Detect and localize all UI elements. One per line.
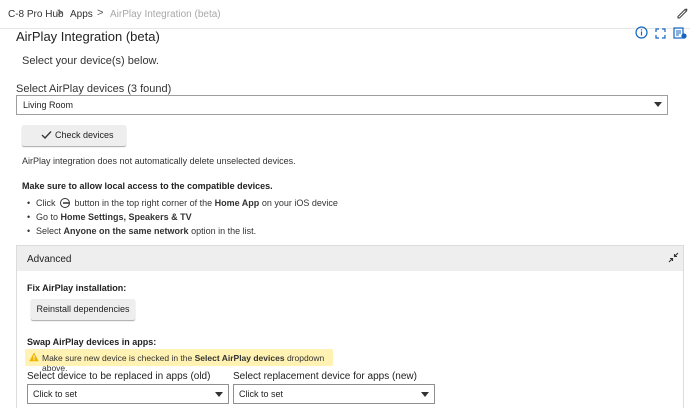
warning-banner: Make sure new device is checked in the S… <box>25 349 333 373</box>
instruction-step-3: Select Anyone on the same network option… <box>27 226 257 236</box>
step-bold-text: Home App <box>214 198 260 208</box>
breadcrumb-apps[interactable]: Apps <box>70 9 93 20</box>
check-devices-button[interactable]: Check devices <box>22 125 126 146</box>
expand-icon[interactable] <box>655 28 666 39</box>
advanced-panel-header[interactable]: Advanced <box>17 246 683 271</box>
device-select-label: Select AirPlay devices (3 found) <box>16 83 172 95</box>
step-text: Go to <box>36 212 59 222</box>
info-icon[interactable] <box>635 26 648 39</box>
step-text: Click <box>36 198 56 208</box>
collapse-icon[interactable] <box>668 252 679 263</box>
breadcrumb-current: AirPlay Integration (beta) <box>110 9 221 20</box>
old-device-label: Select device to be replaced in apps (ol… <box>27 371 211 382</box>
edit-icon[interactable] <box>676 6 690 20</box>
new-device-select[interactable]: Click to set <box>233 384 435 404</box>
breadcrumb-separator: > <box>57 7 64 19</box>
breadcrumb: C-8 Pro Hub > Apps > AirPlay Integration… <box>0 0 690 29</box>
app-list-icon[interactable] <box>673 26 687 40</box>
step-bold-text: Home Settings, Speakers & TV <box>60 212 192 222</box>
airplay-device-select[interactable]: Living Room <box>16 95 668 115</box>
old-device-select[interactable]: Click to set <box>27 384 229 404</box>
fix-installation-label: Fix AirPlay installation: <box>27 283 127 293</box>
warning-text: Make sure new device is checked in the S… <box>42 353 333 373</box>
more-horizontal-icon <box>60 198 71 208</box>
chevron-down-icon <box>654 102 662 107</box>
page-title: AirPlay Integration (beta) <box>16 29 160 44</box>
old-device-select-value: Click to set <box>33 389 78 399</box>
new-device-select-value: Click to set <box>239 389 284 399</box>
warning-bold-text: Select AirPlay devices <box>194 353 285 363</box>
reinstall-dependencies-button[interactable]: Reinstall dependencies <box>31 299 135 320</box>
warning-text-part: Make sure new device is checked in the <box>42 353 193 363</box>
check-icon <box>41 131 52 139</box>
step-text: button in the top right corner of the <box>74 198 213 208</box>
step-bold-text: Anyone on the same network <box>63 226 189 236</box>
device-select-value: Living Room <box>23 100 74 110</box>
chevron-down-icon <box>215 392 223 397</box>
step-text: Select <box>36 226 62 236</box>
page-subtitle: Select your device(s) below. <box>22 55 159 67</box>
chevron-down-icon <box>421 392 429 397</box>
step-text: on your iOS device <box>261 198 338 208</box>
reinstall-dependencies-label: Reinstall dependencies <box>36 304 130 314</box>
advanced-panel: Advanced Fix AirPlay installation: Reins… <box>16 245 684 408</box>
new-device-label: Select replacement device for apps (new) <box>233 371 417 382</box>
swap-devices-label: Swap AirPlay devices in apps: <box>27 337 157 347</box>
warning-icon <box>29 352 39 362</box>
delete-note: AirPlay integration does not automatical… <box>22 156 296 166</box>
breadcrumb-separator: > <box>97 7 104 19</box>
check-devices-label: Check devices <box>55 130 114 140</box>
breadcrumb-hub[interactable]: C-8 Pro Hub <box>8 9 64 20</box>
instruction-step-1: Click button in the top right corner of … <box>27 198 338 208</box>
local-access-heading: Make sure to allow local access to the c… <box>22 181 273 191</box>
advanced-panel-title: Advanced <box>27 254 72 265</box>
step-text: option in the list. <box>191 226 257 236</box>
instruction-step-2: Go to Home Settings, Speakers & TV <box>27 212 192 222</box>
